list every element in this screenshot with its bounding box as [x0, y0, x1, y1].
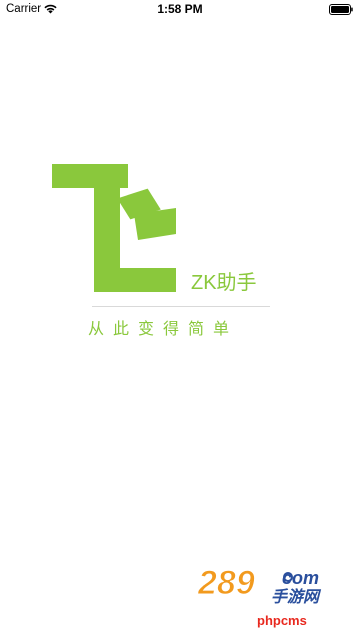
fei-logo-icon: [52, 164, 176, 292]
battery-icon: [329, 4, 353, 15]
status-bar: Carrier 1:58 PM: [0, 0, 360, 20]
splash-screen: Carrier 1:58 PM ZK助手 从此变得简单 289 com 手游网 …: [0, 0, 360, 639]
status-time: 1:58 PM: [157, 2, 203, 16]
watermark-site: phpcms: [257, 613, 307, 628]
app-name: ZK助手: [191, 272, 257, 294]
divider: [92, 306, 270, 307]
tagline: 从此变得简单: [88, 321, 239, 338]
watermark-brand: 289: [197, 564, 255, 602]
watermark-subtitle: 手游网: [271, 589, 320, 606]
